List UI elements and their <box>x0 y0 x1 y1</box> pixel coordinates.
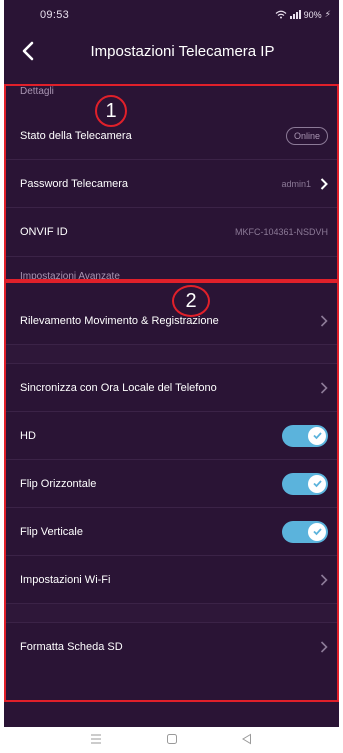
page-title: Impostazioni Telecamera IP <box>90 43 275 60</box>
chevron-right-icon <box>320 314 328 327</box>
status-bar: 09:53 90% ⚡ <box>4 0 339 32</box>
home-icon[interactable] <box>165 732 179 746</box>
camera-status-row: Stato della Telecamera Online <box>4 112 339 160</box>
flip-horizontal-row: Flip Orizzontale <box>4 460 339 508</box>
details-section-label: Dettagli <box>20 86 54 97</box>
onvif-id-label: ONVIF ID <box>20 226 68 238</box>
wifi-settings-row[interactable]: Impostazioni Wi-Fi <box>4 556 339 604</box>
hd-label: HD <box>20 429 36 442</box>
check-icon <box>312 432 322 440</box>
flip-vertical-toggle[interactable] <box>282 520 328 543</box>
app-screen: 09:53 90% ⚡ Impostazioni Telecamera IP D… <box>4 0 339 727</box>
chevron-right-icon <box>320 177 328 190</box>
menu-icon[interactable] <box>89 732 103 746</box>
onvif-id-value: MKFC-104361-NSDVH <box>234 227 328 237</box>
wifi-settings-label: Impostazioni Wi-Fi <box>20 573 111 586</box>
flip-vertical-row: Flip Verticale <box>4 508 339 556</box>
sync-time-row[interactable]: Sincronizza con Ora Locale del Telefono <box>4 364 339 412</box>
battery-level: 90% <box>303 9 322 20</box>
online-status-badge: Online <box>285 126 328 145</box>
advanced-section-label: Impostazioni Avanzate <box>4 256 339 297</box>
sync-time-label: Sincronizza con Ora Locale del Telefono <box>20 381 217 394</box>
system-status: 90% ⚡ <box>275 9 331 20</box>
group-spacer <box>4 345 339 364</box>
hd-row: HD <box>4 412 339 460</box>
camera-status-label: Stato della Telecamera <box>20 129 132 142</box>
app-header: Impostazioni Telecamera IP <box>4 32 339 72</box>
format-sd-row[interactable]: Formatta Scheda SD <box>4 623 339 671</box>
marker-2: 2 <box>172 285 210 317</box>
camera-password-label: Password Telecamera <box>20 177 129 190</box>
camera-password-value: admin1 <box>281 178 311 189</box>
hd-toggle[interactable] <box>282 424 328 447</box>
system-nav-bar <box>0 727 343 753</box>
check-icon <box>312 480 322 488</box>
flip-vertical-label: Flip Verticale <box>20 525 83 538</box>
camera-password-row[interactable]: Password Telecamera admin1 <box>4 160 339 208</box>
toggle-knob <box>308 474 326 493</box>
check-icon <box>312 528 322 536</box>
status-time: 09:53 <box>40 9 70 21</box>
bolt-icon: ⚡ <box>324 9 331 19</box>
toggle-knob <box>308 522 326 541</box>
details-section: Dettagli Stato della Telecamera Online P… <box>4 72 339 256</box>
chevron-right-icon <box>320 573 328 586</box>
chevron-right-icon <box>320 641 328 653</box>
advanced-section: Impostazioni Avanzate Rilevamento Movime… <box>4 256 339 671</box>
signal-icon <box>289 10 301 19</box>
toggle-knob <box>308 426 326 445</box>
wifi-icon <box>275 10 287 19</box>
flip-horizontal-toggle[interactable] <box>282 472 328 495</box>
flip-horizontal-label: Flip Orizzontale <box>20 477 97 490</box>
marker-1: 1 <box>95 95 127 127</box>
group-spacer <box>4 604 339 623</box>
onvif-id-row: ONVIF ID MKFC-104361-NSDVH <box>4 208 339 256</box>
chevron-right-icon <box>320 381 328 394</box>
back-triangle-icon[interactable] <box>240 732 254 746</box>
format-sd-label: Formatta Scheda SD <box>20 641 123 653</box>
